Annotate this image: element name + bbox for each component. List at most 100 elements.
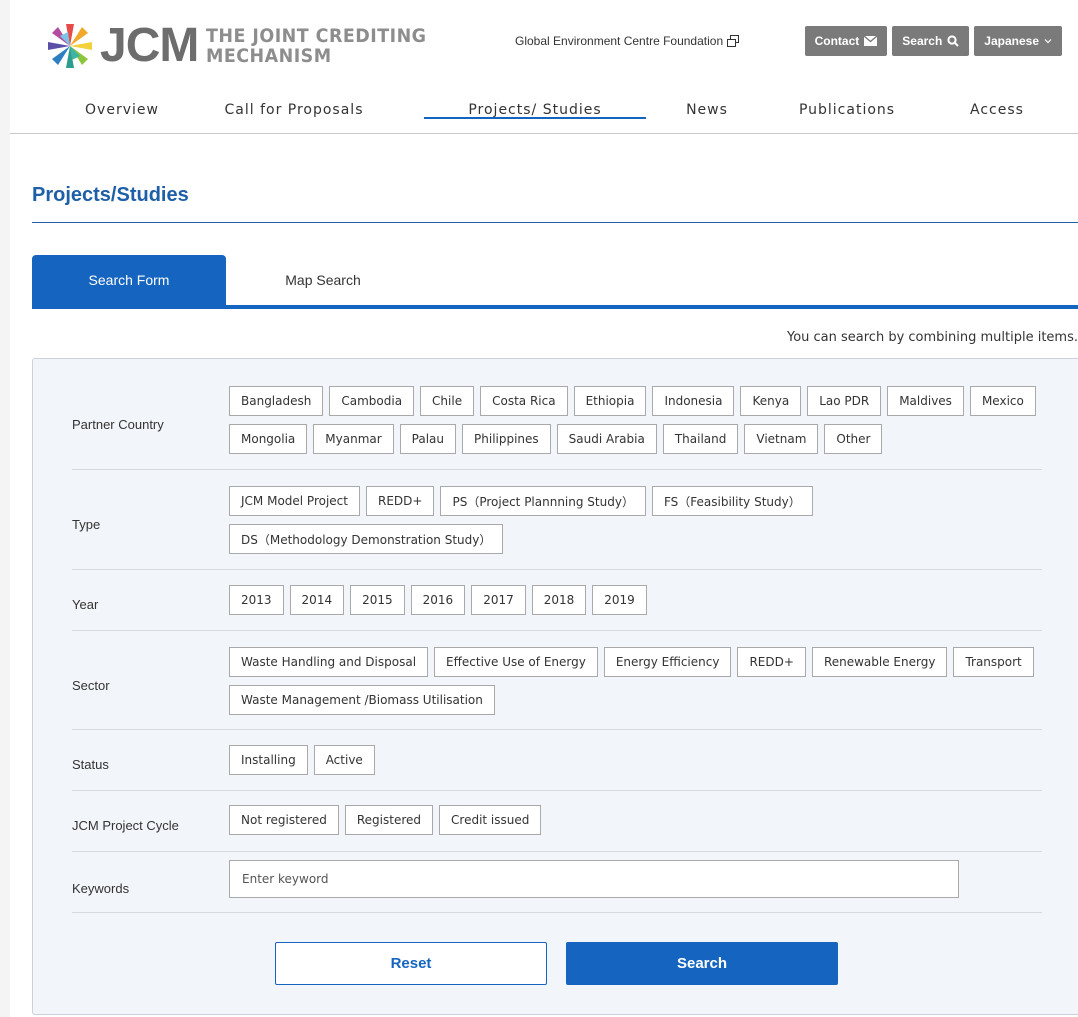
chip-group-sector: Waste Handling and Disposal Effective Use… xyxy=(229,647,1049,715)
header-buttons: Contact Search Japanese xyxy=(804,26,1062,56)
title-divider xyxy=(32,222,1078,223)
filter-row-year: Year 2013 2014 2015 2016 2017 2018 2019 xyxy=(72,570,1042,631)
filter-chip[interactable]: 2016 xyxy=(410,585,466,615)
filter-label: JCM Project Cycle xyxy=(72,818,179,833)
chevron-down-icon xyxy=(1044,39,1052,44)
nav-item-overview[interactable]: Overview xyxy=(74,100,170,118)
filter-chip[interactable]: Vietnam xyxy=(744,424,819,454)
filter-chip[interactable]: 2018 xyxy=(531,585,587,615)
tab-search-form[interactable]: Search Form xyxy=(32,255,226,305)
filter-chip[interactable]: Credit issued xyxy=(439,805,542,835)
filter-chip[interactable]: Philippines xyxy=(462,424,551,454)
site-logo[interactable]: JCM THE JOINT CREDITING MECHANISM xyxy=(46,22,446,70)
chip-group-status: Installing Active xyxy=(229,745,1049,775)
keyword-input[interactable] xyxy=(229,860,959,898)
nav-item-news[interactable]: News xyxy=(668,100,746,118)
nav-item-publications[interactable]: Publications xyxy=(780,100,914,118)
filter-chip[interactable]: 2017 xyxy=(471,585,526,615)
filter-chip[interactable]: Registered xyxy=(344,805,434,835)
filter-row-status: Status Installing Active xyxy=(72,730,1042,791)
envelope-icon xyxy=(864,36,878,46)
filter-row-keywords: Keywords xyxy=(72,852,1042,913)
filter-chip[interactable]: 2013 xyxy=(229,585,284,615)
filter-chip[interactable]: REDD+ xyxy=(737,647,806,677)
chip-group-project-cycle: Not registered Registered Credit issued xyxy=(229,805,1049,835)
header-search-button[interactable]: Search xyxy=(892,26,970,56)
filter-chip[interactable]: Mongolia xyxy=(229,424,308,454)
filter-label: Partner Country xyxy=(72,417,164,432)
filter-row-project-cycle: JCM Project Cycle Not registered Register… xyxy=(72,791,1042,852)
filter-row-sector: Sector Waste Handling and Disposal Effect… xyxy=(72,631,1042,730)
logo-wordmark: JCM xyxy=(100,19,199,72)
filter-chip[interactable]: Mexico xyxy=(969,386,1036,416)
contact-button-label: Contact xyxy=(814,34,860,48)
filter-label: Sector xyxy=(72,678,110,693)
filter-label: Type xyxy=(72,517,101,532)
search-tabs: Search Form Map Search xyxy=(32,255,1078,309)
jcm-star-logo-icon xyxy=(48,24,92,68)
logo-subtitle-line-1: THE JOINT CREDITING xyxy=(206,25,427,47)
search-panel: Partner Country Bangladesh Cambodia Chile C… xyxy=(32,358,1078,1015)
filter-chip[interactable]: Not registered xyxy=(229,805,339,835)
chip-group-year: 2013 2014 2015 2016 2017 2018 2019 xyxy=(229,585,1049,615)
filter-label: Status xyxy=(72,757,109,772)
foundation-link[interactable]: Global Environment Centre Foundation xyxy=(515,34,740,48)
language-button-label: Japanese xyxy=(984,34,1039,48)
search-hint: You can search by combining multiple ite… xyxy=(786,330,1078,345)
filter-chip[interactable]: Palau xyxy=(399,424,457,454)
external-link-icon xyxy=(727,35,740,47)
chip-group-partner-country: Bangladesh Cambodia Chile Costa Rica Ethiopi… xyxy=(229,386,1049,454)
filter-chip[interactable]: Active xyxy=(313,745,375,775)
filter-chip[interactable]: Kenya xyxy=(740,386,802,416)
site-header: JCM THE JOINT CREDITING MECHANISM Global… xyxy=(10,0,1078,134)
filter-chip[interactable]: JCM Model Project xyxy=(229,486,360,516)
filter-chip[interactable]: Indonesia xyxy=(652,386,735,416)
logo-subtitle-line-2: MECHANISM xyxy=(206,45,332,67)
main-nav: Overview Call for Proposals Projects/ St… xyxy=(10,100,1078,134)
foundation-link-label: Global Environment Centre Foundation xyxy=(515,34,724,48)
filter-chip[interactable]: Energy Efficiency xyxy=(603,647,732,677)
nav-item-access[interactable]: Access xyxy=(956,100,1038,118)
filter-label: Keywords xyxy=(72,881,130,896)
filter-chip[interactable]: Installing xyxy=(229,745,308,775)
page-title: Projects/Studies xyxy=(32,184,189,206)
filter-chip[interactable]: Bangladesh xyxy=(229,386,324,416)
filter-chip[interactable]: PS（Project Plannning Study） xyxy=(440,486,646,516)
filter-chip[interactable]: Saudi Arabia xyxy=(556,424,657,454)
filter-chip[interactable]: DS（Methodology Demonstration Study） xyxy=(229,524,504,554)
filter-chip[interactable]: REDD+ xyxy=(366,486,435,516)
reset-button[interactable]: Reset xyxy=(275,942,547,985)
filter-chip[interactable]: Chile xyxy=(420,386,475,416)
filter-chip[interactable]: Thailand xyxy=(662,424,739,454)
header-search-label: Search xyxy=(902,34,943,48)
filter-chip[interactable]: Lao PDR xyxy=(807,386,882,416)
filter-chip[interactable]: 2019 xyxy=(592,585,647,615)
filter-chip[interactable]: Maldives xyxy=(887,386,964,416)
filter-chip[interactable]: Waste Management /Biomass Utilisation xyxy=(229,685,495,715)
search-icon xyxy=(947,35,960,47)
filter-chip[interactable]: Myanmar xyxy=(313,424,394,454)
filter-chip[interactable]: 2014 xyxy=(289,585,345,615)
language-button[interactable]: Japanese xyxy=(974,26,1062,56)
filter-chip[interactable]: FS（Feasibility Study） xyxy=(651,486,813,516)
filter-chip[interactable]: Cambodia xyxy=(329,386,415,416)
filter-chip[interactable]: 2015 xyxy=(350,585,405,615)
logo-subtitle: THE JOINT CREDITING MECHANISM xyxy=(206,26,426,66)
nav-item-call-for-proposals[interactable]: Call for Proposals xyxy=(206,100,382,118)
filter-chip[interactable]: Ethiopia xyxy=(573,386,647,416)
filter-chip[interactable]: Waste Handling and Disposal xyxy=(229,647,429,677)
search-button[interactable]: Search xyxy=(566,942,838,985)
filter-chip[interactable]: Other xyxy=(824,424,883,454)
filter-chip[interactable]: Transport xyxy=(953,647,1034,677)
filter-chip[interactable]: Renewable Energy xyxy=(811,647,948,677)
contact-button[interactable]: Contact xyxy=(804,26,888,56)
filter-row-type: Type JCM Model Project REDD+ PS（Project Pl… xyxy=(72,470,1042,570)
filter-chip[interactable]: Costa Rica xyxy=(480,386,568,416)
filter-label: Year xyxy=(72,597,99,612)
filter-chip[interactable]: Effective Use of Energy xyxy=(434,647,598,677)
page: JCM THE JOINT CREDITING MECHANISM Global… xyxy=(10,0,1078,1017)
filter-row-partner-country: Partner Country Bangladesh Cambodia Chile C… xyxy=(72,379,1042,470)
nav-item-projects-studies[interactable]: Projects/ Studies xyxy=(424,100,646,119)
tab-map-search[interactable]: Map Search xyxy=(226,255,420,305)
chip-group-type: JCM Model Project REDD+ PS（Project Plannni… xyxy=(229,486,1049,554)
